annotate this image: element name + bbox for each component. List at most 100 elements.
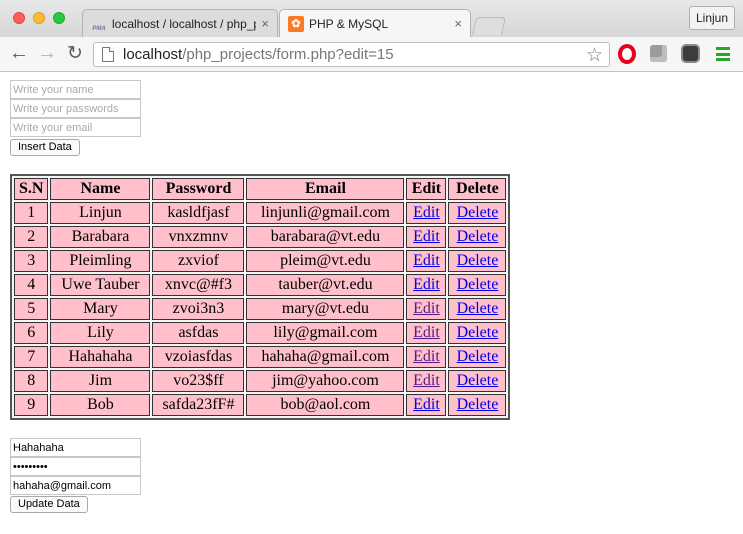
update-data-button[interactable]: Update Data <box>10 496 88 513</box>
zoom-window-button[interactable] <box>53 12 65 24</box>
opera-extension-icon[interactable] <box>618 44 636 64</box>
cell-email: tauber@vt.edu <box>246 274 405 296</box>
update-email-input[interactable] <box>10 476 141 495</box>
header-email: Email <box>246 178 405 200</box>
cell-edit: Edit <box>406 370 447 392</box>
cell-name: Barabara <box>50 226 151 248</box>
cell-password: vo23$ff <box>152 370 245 392</box>
header-name: Name <box>50 178 151 200</box>
delete-link[interactable]: Delete <box>457 204 499 221</box>
cell-delete: Delete <box>448 322 507 344</box>
cell-edit: Edit <box>406 226 447 248</box>
edit-link[interactable]: Edit <box>413 300 440 317</box>
cube-extension-icon[interactable] <box>650 45 667 62</box>
cell-password: zxviof <box>152 250 245 272</box>
tab-title: PHP & MySQL <box>309 16 389 31</box>
cell-name: Mary <box>50 298 151 320</box>
close-icon[interactable]: × <box>454 16 462 31</box>
insert-data-button[interactable]: Insert Data <box>10 139 80 156</box>
cell-email: linjunli@gmail.com <box>246 202 405 224</box>
cell-email: bob@aol.com <box>246 394 405 416</box>
close-icon[interactable]: × <box>261 16 269 31</box>
table-row: 9 Bob safda23fF# bob@aol.com Edit Delete <box>14 394 507 416</box>
table-row: 3 Pleimling zxviof pleim@vt.edu Edit Del… <box>14 250 507 272</box>
url-path: /php_projects/form.php?edit=15 <box>182 46 394 63</box>
table-row: 6 Lily asfdas lily@gmail.com Edit Delete <box>14 322 507 344</box>
browser-menu-icon[interactable] <box>716 47 730 61</box>
delete-link[interactable]: Delete <box>457 228 499 245</box>
delete-link[interactable]: Delete <box>457 324 499 341</box>
cell-sn: 6 <box>14 322 49 344</box>
cell-name: Lily <box>50 322 151 344</box>
cell-edit: Edit <box>406 274 447 296</box>
cell-password: xnvc@#f3 <box>152 274 245 296</box>
cell-edit: Edit <box>406 394 447 416</box>
cell-delete: Delete <box>448 370 507 392</box>
edit-link[interactable]: Edit <box>413 252 440 269</box>
password-input[interactable] <box>10 99 141 118</box>
cell-name: Linjun <box>50 202 151 224</box>
update-name-input[interactable] <box>10 438 141 457</box>
phpmyadmin-icon: PMA <box>92 25 106 32</box>
cell-name: Hahahaha <box>50 346 151 368</box>
header-sn: S.N <box>14 178 49 200</box>
cell-sn: 9 <box>14 394 49 416</box>
address-bar[interactable]: localhost/php_projects/form.php?edit=15 … <box>93 42 610 67</box>
table-row: 8 Jim vo23$ff jim@yahoo.com Edit Delete <box>14 370 507 392</box>
cell-email: pleim@vt.edu <box>246 250 405 272</box>
cell-edit: Edit <box>406 322 447 344</box>
edit-link[interactable]: Edit <box>413 204 440 221</box>
header-delete: Delete <box>448 178 507 200</box>
edit-link[interactable]: Edit <box>413 348 440 365</box>
cell-sn: 3 <box>14 250 49 272</box>
cell-delete: Delete <box>448 226 507 248</box>
cell-password: vnxzmnv <box>152 226 245 248</box>
cell-name: Jim <box>50 370 151 392</box>
tab-title: localhost / localhost / php_p <box>112 16 257 31</box>
edit-link[interactable]: Edit <box>413 396 440 413</box>
delete-link[interactable]: Delete <box>457 348 499 365</box>
forward-icon[interactable]: → <box>36 42 58 64</box>
close-window-button[interactable] <box>13 12 25 24</box>
cell-email: barabara@vt.edu <box>246 226 405 248</box>
delete-link[interactable]: Delete <box>457 372 499 389</box>
table-row: 1 Linjun kasldfjasf linjunli@gmail.com E… <box>14 202 507 224</box>
xampp-icon: ✿ <box>288 15 304 32</box>
bookmark-star-icon[interactable]: ☆ <box>586 44 603 67</box>
browser-toolbar: ← → ↻ localhost/php_projects/form.php?ed… <box>0 37 743 72</box>
cell-edit: Edit <box>406 250 447 272</box>
cell-delete: Delete <box>448 346 507 368</box>
delete-link[interactable]: Delete <box>457 252 499 269</box>
edit-link[interactable]: Edit <box>413 276 440 293</box>
new-tab-button[interactable] <box>472 17 506 35</box>
edit-link[interactable]: Edit <box>413 372 440 389</box>
cell-email: mary@vt.edu <box>246 298 405 320</box>
delete-link[interactable]: Delete <box>457 300 499 317</box>
table-row: 5 Mary zvoi3n3 mary@vt.edu Edit Delete <box>14 298 507 320</box>
cell-email: hahaha@gmail.com <box>246 346 405 368</box>
cell-name: Uwe Tauber <box>50 274 151 296</box>
url-host: localhost <box>123 46 183 63</box>
edit-link[interactable]: Edit <box>413 324 440 341</box>
name-input[interactable] <box>10 80 141 99</box>
tab-phpmyadmin[interactable]: PMA localhost / localhost / php_p × <box>82 9 278 37</box>
cell-sn: 5 <box>14 298 49 320</box>
delete-link[interactable]: Delete <box>457 276 499 293</box>
minimize-window-button[interactable] <box>33 12 45 24</box>
edit-link[interactable]: Edit <box>413 228 440 245</box>
cell-delete: Delete <box>448 298 507 320</box>
page-icon <box>102 47 114 62</box>
header-edit: Edit <box>406 178 447 200</box>
dark-extension-icon[interactable] <box>681 44 700 63</box>
cell-sn: 4 <box>14 274 49 296</box>
tab-php-mysql[interactable]: ✿ PHP & MySQL × <box>279 9 471 37</box>
update-password-input[interactable] <box>10 457 141 476</box>
cell-sn: 1 <box>14 202 49 224</box>
cell-password: kasldfjasf <box>152 202 245 224</box>
back-icon[interactable]: ← <box>8 42 30 64</box>
profile-button[interactable]: Linjun <box>689 6 735 30</box>
delete-link[interactable]: Delete <box>457 396 499 413</box>
reload-icon[interactable]: ↻ <box>64 42 86 64</box>
email-input[interactable] <box>10 118 141 137</box>
table-row: 2 Barabara vnxzmnv barabara@vt.edu Edit … <box>14 226 507 248</box>
